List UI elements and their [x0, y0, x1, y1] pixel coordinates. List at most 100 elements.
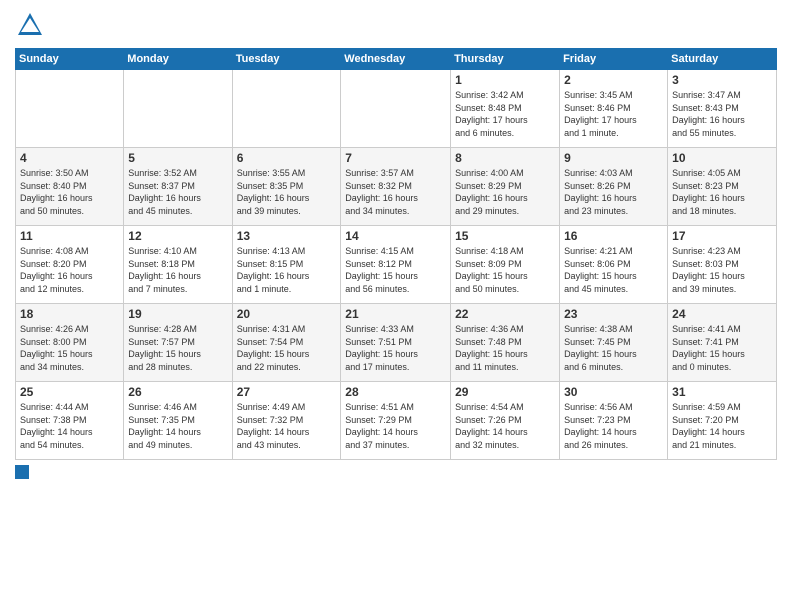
day-number: 1	[455, 73, 555, 87]
day-number: 21	[345, 307, 446, 321]
day-info: Sunrise: 4:10 AM Sunset: 8:18 PM Dayligh…	[128, 245, 227, 295]
day-number: 23	[564, 307, 663, 321]
calendar-cell: 14 Sunrise: 4:15 AM Sunset: 8:12 PM Dayli…	[341, 226, 451, 304]
day-info: Sunrise: 4:15 AM Sunset: 8:12 PM Dayligh…	[345, 245, 446, 295]
day-info: Sunrise: 4:49 AM Sunset: 7:32 PM Dayligh…	[237, 401, 337, 451]
header	[15, 10, 777, 40]
day-number: 10	[672, 151, 772, 165]
day-info: Sunrise: 4:36 AM Sunset: 7:48 PM Dayligh…	[455, 323, 555, 373]
day-info: Sunrise: 4:21 AM Sunset: 8:06 PM Dayligh…	[564, 245, 663, 295]
calendar-week-row: 18 Sunrise: 4:26 AM Sunset: 8:00 PM Dayli…	[16, 304, 777, 382]
day-number: 2	[564, 73, 663, 87]
day-info: Sunrise: 4:38 AM Sunset: 7:45 PM Dayligh…	[564, 323, 663, 373]
calendar-cell: 26 Sunrise: 4:46 AM Sunset: 7:35 PM Dayli…	[124, 382, 232, 460]
day-info: Sunrise: 4:13 AM Sunset: 8:15 PM Dayligh…	[237, 245, 337, 295]
day-info: Sunrise: 4:46 AM Sunset: 7:35 PM Dayligh…	[128, 401, 227, 451]
day-number: 5	[128, 151, 227, 165]
day-number: 30	[564, 385, 663, 399]
day-number: 17	[672, 229, 772, 243]
calendar-cell: 11 Sunrise: 4:08 AM Sunset: 8:20 PM Dayli…	[16, 226, 124, 304]
day-info: Sunrise: 3:47 AM Sunset: 8:43 PM Dayligh…	[672, 89, 772, 139]
day-info: Sunrise: 4:56 AM Sunset: 7:23 PM Dayligh…	[564, 401, 663, 451]
calendar-cell: 16Sunrise: 4:21 AM Sunset: 8:06 PM Dayli…	[560, 226, 668, 304]
calendar-cell: 22 Sunrise: 4:36 AM Sunset: 7:48 PM Dayli…	[451, 304, 560, 382]
day-info: Sunrise: 4:26 AM Sunset: 8:00 PM Dayligh…	[20, 323, 119, 373]
calendar-cell: 25Sunrise: 4:44 AM Sunset: 7:38 PM Dayli…	[16, 382, 124, 460]
calendar-cell: 9 Sunrise: 4:03 AM Sunset: 8:26 PM Daylig…	[560, 148, 668, 226]
day-info: Sunrise: 4:33 AM Sunset: 7:51 PM Dayligh…	[345, 323, 446, 373]
calendar-cell: 10 Sunrise: 4:05 AM Sunset: 8:23 PM Dayli…	[668, 148, 777, 226]
calendar-cell: 24 Sunrise: 4:41 AM Sunset: 7:41 PM Dayli…	[668, 304, 777, 382]
day-number: 28	[345, 385, 446, 399]
day-number: 18	[20, 307, 119, 321]
day-number: 3	[672, 73, 772, 87]
logo	[15, 10, 49, 40]
day-number: 4	[20, 151, 119, 165]
day-info: Sunrise: 4:59 AM Sunset: 7:20 PM Dayligh…	[672, 401, 772, 451]
day-info: Sunrise: 3:52 AM Sunset: 8:37 PM Dayligh…	[128, 167, 227, 217]
calendar-cell: 29 Sunrise: 4:54 AM Sunset: 7:26 PM Dayli…	[451, 382, 560, 460]
calendar-cell: 3 Sunrise: 3:47 AM Sunset: 8:43 PM Daylig…	[668, 70, 777, 148]
day-info: Sunrise: 4:00 AM Sunset: 8:29 PM Dayligh…	[455, 167, 555, 217]
calendar-cell: 17 Sunrise: 4:23 AM Sunset: 8:03 PM Dayli…	[668, 226, 777, 304]
calendar-cell: 27 Sunrise: 4:49 AM Sunset: 7:32 PM Dayli…	[232, 382, 341, 460]
day-info: Sunrise: 4:23 AM Sunset: 8:03 PM Dayligh…	[672, 245, 772, 295]
day-info: Sunrise: 3:57 AM Sunset: 8:32 PM Dayligh…	[345, 167, 446, 217]
day-info: Sunrise: 4:41 AM Sunset: 7:41 PM Dayligh…	[672, 323, 772, 373]
day-number: 25	[20, 385, 119, 399]
calendar-cell: 13 Sunrise: 4:13 AM Sunset: 8:15 PM Dayli…	[232, 226, 341, 304]
logo-icon	[15, 10, 45, 40]
day-number: 7	[345, 151, 446, 165]
calendar-week-row: 4 Sunrise: 3:50 AM Sunset: 8:40 PM Daylig…	[16, 148, 777, 226]
calendar-cell: 20 Sunrise: 4:31 AM Sunset: 7:54 PM Dayli…	[232, 304, 341, 382]
day-info: Sunrise: 4:03 AM Sunset: 8:26 PM Dayligh…	[564, 167, 663, 217]
day-number: 15	[455, 229, 555, 243]
calendar-cell	[124, 70, 232, 148]
day-of-week-header: Saturday	[668, 49, 777, 70]
calendar-cell: 15 Sunrise: 4:18 AM Sunset: 8:09 PM Dayli…	[451, 226, 560, 304]
calendar-cell: 8 Sunrise: 4:00 AM Sunset: 8:29 PM Daylig…	[451, 148, 560, 226]
day-info: Sunrise: 3:50 AM Sunset: 8:40 PM Dayligh…	[20, 167, 119, 217]
day-info: Sunrise: 4:18 AM Sunset: 8:09 PM Dayligh…	[455, 245, 555, 295]
day-number: 11	[20, 229, 119, 243]
calendar-week-row: 1 Sunrise: 3:42 AM Sunset: 8:48 PM Daylig…	[16, 70, 777, 148]
day-number: 8	[455, 151, 555, 165]
day-info: Sunrise: 4:31 AM Sunset: 7:54 PM Dayligh…	[237, 323, 337, 373]
day-of-week-header: Thursday	[451, 49, 560, 70]
day-number: 9	[564, 151, 663, 165]
legend	[15, 465, 777, 479]
day-number: 19	[128, 307, 227, 321]
calendar-cell: 2Sunrise: 3:45 AM Sunset: 8:46 PM Daylig…	[560, 70, 668, 148]
day-number: 14	[345, 229, 446, 243]
day-number: 24	[672, 307, 772, 321]
calendar-header-row: SundayMondayTuesdayWednesdayThursdayFrid…	[16, 49, 777, 70]
calendar-cell: 12Sunrise: 4:10 AM Sunset: 8:18 PM Dayli…	[124, 226, 232, 304]
day-info: Sunrise: 4:08 AM Sunset: 8:20 PM Dayligh…	[20, 245, 119, 295]
day-of-week-header: Wednesday	[341, 49, 451, 70]
day-number: 26	[128, 385, 227, 399]
legend-box	[15, 465, 29, 479]
day-number: 27	[237, 385, 337, 399]
calendar-cell: 18 Sunrise: 4:26 AM Sunset: 8:00 PM Dayli…	[16, 304, 124, 382]
calendar-cell	[16, 70, 124, 148]
day-of-week-header: Friday	[560, 49, 668, 70]
day-info: Sunrise: 4:54 AM Sunset: 7:26 PM Dayligh…	[455, 401, 555, 451]
day-number: 13	[237, 229, 337, 243]
calendar-cell: 28Sunrise: 4:51 AM Sunset: 7:29 PM Dayli…	[341, 382, 451, 460]
calendar-cell: 23 Sunrise: 4:38 AM Sunset: 7:45 PM Dayli…	[560, 304, 668, 382]
page: SundayMondayTuesdayWednesdayThursdayFrid…	[0, 0, 792, 612]
day-number: 31	[672, 385, 772, 399]
calendar-cell: 1 Sunrise: 3:42 AM Sunset: 8:48 PM Daylig…	[451, 70, 560, 148]
day-info: Sunrise: 3:42 AM Sunset: 8:48 PM Dayligh…	[455, 89, 555, 139]
calendar-cell: 5 Sunrise: 3:52 AM Sunset: 8:37 PM Daylig…	[124, 148, 232, 226]
day-of-week-header: Sunday	[16, 49, 124, 70]
day-of-week-header: Tuesday	[232, 49, 341, 70]
day-number: 20	[237, 307, 337, 321]
day-info: Sunrise: 4:05 AM Sunset: 8:23 PM Dayligh…	[672, 167, 772, 217]
day-info: Sunrise: 4:28 AM Sunset: 7:57 PM Dayligh…	[128, 323, 227, 373]
calendar-cell	[341, 70, 451, 148]
calendar-cell: 19 Sunrise: 4:28 AM Sunset: 7:57 PM Dayli…	[124, 304, 232, 382]
day-number: 22	[455, 307, 555, 321]
calendar-cell: 31 Sunrise: 4:59 AM Sunset: 7:20 PM Dayli…	[668, 382, 777, 460]
day-number: 29	[455, 385, 555, 399]
